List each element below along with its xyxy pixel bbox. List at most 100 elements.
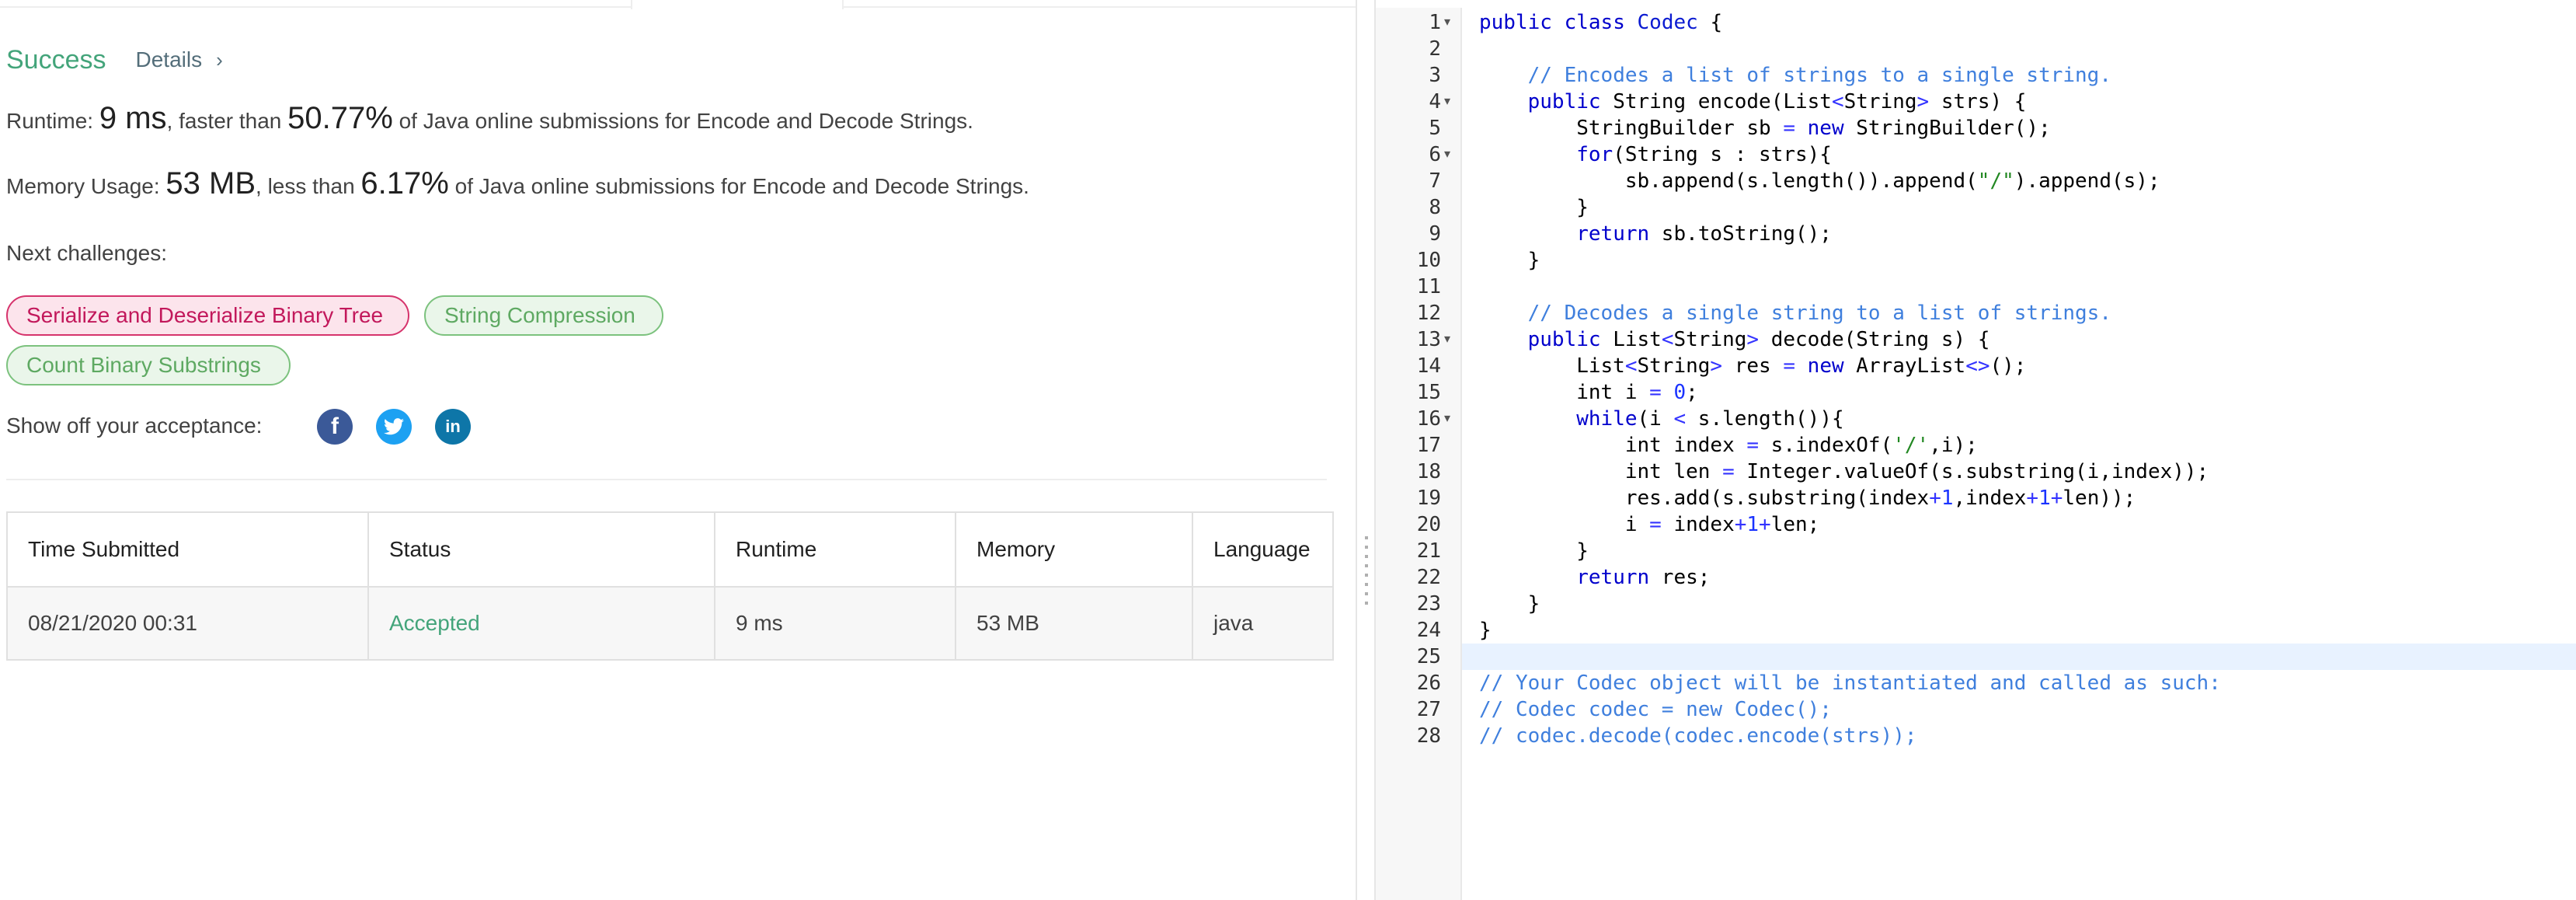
panel-splitter[interactable] <box>1356 0 1376 900</box>
line-number: 3 <box>1429 64 1441 87</box>
runtime-suffix: of Java online submissions for Encode an… <box>392 109 973 133</box>
submissions-table: Time Submitted Status Runtime Memory Lan… <box>6 511 1334 661</box>
linkedin-icon[interactable]: in <box>435 409 471 445</box>
cell-language: java <box>1192 586 1334 661</box>
code-line[interactable]: public String encode(List<String> strs) … <box>1462 89 2576 115</box>
code-line[interactable]: public class Codec { <box>1462 9 2576 36</box>
active-panel-tab[interactable] <box>631 0 844 9</box>
line-number: 4 <box>1429 90 1441 113</box>
runtime-middle: , faster than <box>166 109 288 133</box>
line-number-gutter: 1 ▾ 2 3 4 ▾ 5 6 ▾ 7 8 9 10 11 12 13 ▾ 14 15 16 ▾ 17 18 19 20 21 22… <box>1376 8 1462 900</box>
line-number: 12 <box>1416 302 1441 325</box>
code-line[interactable]: int len = Integer.valueOf(s.substring(i,… <box>1462 459 2576 485</box>
table-header-row: Time Submitted Status Runtime Memory Lan… <box>6 511 1334 588</box>
next-challenges-label: Next challenges: <box>6 241 168 265</box>
code-line[interactable]: // codec.decode(codec.encode(strs)); <box>1462 723 2576 749</box>
line-number: 7 <box>1429 169 1441 193</box>
code-line[interactable]: i = index+1+len; <box>1462 511 2576 538</box>
result-panel: Success Details › Runtime: 9 ms, faster … <box>0 0 1356 900</box>
col-memory: Memory <box>955 511 1193 588</box>
cell-time-submitted: 08/21/2020 00:31 <box>6 586 369 661</box>
runtime-stat: Runtime: 9 ms, faster than 50.77% of Jav… <box>6 101 973 136</box>
col-time-submitted: Time Submitted <box>6 511 369 588</box>
code-line[interactable]: } <box>1462 194 2576 221</box>
fold-arrow-icon[interactable]: ▾ <box>1444 89 1450 115</box>
facebook-icon[interactable]: f <box>317 409 353 445</box>
line-number: 18 <box>1416 460 1441 483</box>
details-label: Details <box>135 47 203 72</box>
code-line[interactable]: } <box>1462 247 2576 274</box>
line-number: 28 <box>1416 724 1441 748</box>
share-label: Show off your acceptance: <box>6 413 263 438</box>
code-line[interactable]: int i = 0; <box>1462 379 2576 406</box>
code-line[interactable]: sb.append(s.length()).append("/").append… <box>1462 168 2576 194</box>
fold-arrow-icon[interactable]: ▾ <box>1444 141 1450 168</box>
code-line[interactable]: // Codec codec = new Codec(); <box>1462 696 2576 723</box>
challenge-chip-serialize-deserialize-binary-tree[interactable]: Serialize and Deserialize Binary Tree <box>6 295 409 336</box>
challenge-chip-count-binary-substrings[interactable]: Count Binary Substrings <box>6 345 291 385</box>
runtime-value: 9 ms <box>99 101 167 135</box>
line-number: 1 <box>1429 11 1441 34</box>
line-number: 20 <box>1416 513 1441 536</box>
line-number: 22 <box>1416 566 1441 589</box>
code-line[interactable]: StringBuilder sb = new StringBuilder(); <box>1462 115 2576 141</box>
code-line[interactable]: res.add(s.substring(index+1,index+1+len)… <box>1462 485 2576 511</box>
code-line[interactable] <box>1462 644 2576 670</box>
line-number: 14 <box>1416 354 1441 378</box>
line-number: 15 <box>1416 381 1441 404</box>
chevron-right-icon: › <box>216 47 223 72</box>
line-number: 11 <box>1416 275 1441 298</box>
line-number: 10 <box>1416 249 1441 272</box>
line-number: 5 <box>1429 117 1441 140</box>
details-link[interactable]: Details › <box>136 47 223 72</box>
result-status: Success <box>6 44 106 75</box>
code-line[interactable]: // Decodes a single string to a list of … <box>1462 300 2576 326</box>
memory-suffix: of Java online submissions for Encode an… <box>448 174 1029 198</box>
memory-value: 53 MB <box>165 166 256 201</box>
code-line[interactable]: } <box>1462 538 2576 564</box>
section-divider <box>6 479 1327 480</box>
code-line[interactable] <box>1462 274 2576 300</box>
line-number: 13 <box>1416 328 1441 351</box>
code-line[interactable]: return res; <box>1462 564 2576 591</box>
line-number: 23 <box>1416 592 1441 616</box>
code-line[interactable]: return sb.toString(); <box>1462 221 2576 247</box>
line-number: 24 <box>1416 619 1441 642</box>
code-line[interactable]: // Your Codec object will be instantiate… <box>1462 670 2576 696</box>
line-number: 8 <box>1429 196 1441 219</box>
code-line[interactable]: } <box>1462 591 2576 617</box>
code-line[interactable]: public List<String> decode(String s) { <box>1462 326 2576 353</box>
line-number: 16 <box>1416 407 1441 431</box>
code-line[interactable]: } <box>1462 617 2576 644</box>
memory-middle: , less than <box>256 174 361 198</box>
code-line[interactable]: while(i < s.length()){ <box>1462 406 2576 432</box>
drag-handle-icon[interactable] <box>1365 536 1368 611</box>
line-number: 9 <box>1429 222 1441 246</box>
fold-arrow-icon[interactable]: ▾ <box>1444 9 1450 36</box>
line-number: 6 <box>1429 143 1441 166</box>
code-line[interactable]: for(String s : strs){ <box>1462 141 2576 168</box>
runtime-prefix: Runtime: <box>6 109 99 133</box>
code-editor[interactable]: 1 ▾ 2 3 4 ▾ 5 6 ▾ 7 8 9 10 11 12 13 ▾ 14 15 16 ▾ 17 18 19 20 21 22… <box>1376 8 2576 900</box>
line-number: 25 <box>1416 645 1441 668</box>
cell-status-link[interactable]: Accepted <box>367 586 715 661</box>
runtime-percentile: 50.77% <box>287 101 393 135</box>
col-language: Language <box>1192 511 1334 588</box>
line-number: 17 <box>1416 434 1441 457</box>
challenge-chip-string-compression[interactable]: String Compression <box>424 295 663 336</box>
table-row: 08/21/2020 00:31 Accepted 9 ms 53 MB jav… <box>6 586 1334 661</box>
memory-stat: Memory Usage: 53 MB, less than 6.17% of … <box>6 166 1029 201</box>
memory-prefix: Memory Usage: <box>6 174 166 198</box>
code-line[interactable] <box>1462 36 2576 62</box>
cell-runtime: 9 ms <box>714 586 956 661</box>
twitter-bird-glyph <box>384 418 404 435</box>
col-status: Status <box>367 511 715 588</box>
twitter-icon[interactable] <box>376 409 412 445</box>
code-line[interactable]: int index = s.indexOf('/',i); <box>1462 432 2576 459</box>
line-number: 21 <box>1416 539 1441 563</box>
fold-arrow-icon[interactable]: ▾ <box>1444 326 1450 353</box>
code-line[interactable]: List<String> res = new ArrayList<>(); <box>1462 353 2576 379</box>
col-runtime: Runtime <box>714 511 956 588</box>
fold-arrow-icon[interactable]: ▾ <box>1444 406 1450 432</box>
code-line[interactable]: // Encodes a list of strings to a single… <box>1462 62 2576 89</box>
